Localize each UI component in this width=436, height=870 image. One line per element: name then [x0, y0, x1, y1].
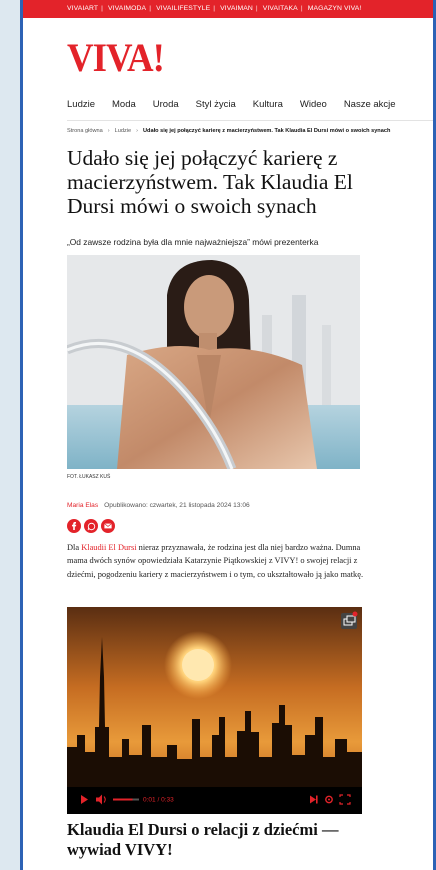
publish-date: Opublikowano: czwartek, 21 listopada 202… [104, 502, 250, 509]
toplink-taka[interactable]: VIVAITAKA [263, 5, 298, 12]
hero-photo-illustration [67, 255, 360, 469]
hero-photo [67, 255, 360, 469]
nav-divider [67, 120, 433, 121]
facebook-share-button[interactable] [67, 519, 81, 533]
photo-caption: FOT. ŁUKASZ KUŚ [67, 474, 111, 480]
person-link[interactable]: Klaudii El Dursi [81, 543, 136, 552]
video-frame: 0:01 / 0:33 [67, 607, 362, 814]
email-icon [104, 523, 112, 529]
breadcrumb-home[interactable]: Strona główna [67, 128, 103, 134]
nav-item-styl-zycia[interactable]: Styl życia [196, 99, 236, 110]
volume-level [113, 798, 133, 801]
video-time: 0:01 / 0:33 [143, 797, 174, 804]
whatsapp-icon [87, 522, 95, 530]
toplink-art[interactable]: VIVAIART [67, 5, 98, 12]
breadcrumb-current: Udało się jej połączyć karierę z macierz… [143, 128, 391, 134]
article-body: Dla Klaudii El Dursi nieraz przyznawała,… [67, 541, 365, 581]
facebook-icon [72, 522, 77, 530]
article-meta: Maria Elas Opublikowano: czwartek, 21 lis… [67, 502, 250, 509]
toplink-moda[interactable]: VIVAIMODA [108, 5, 146, 12]
nav-item-nasze-akcje[interactable]: Nasze akcje [344, 99, 396, 110]
toplink-man[interactable]: VIVAIMAN [220, 5, 253, 12]
main-nav: Ludzie Moda Uroda Styl życia Kultura Wid… [67, 99, 396, 110]
nav-item-wideo[interactable]: Wideo [300, 99, 327, 110]
live-indicator-icon [352, 611, 358, 617]
chevron-right-icon: › [136, 128, 138, 134]
page-title: Udało się jej połączyć karierę z macierz… [67, 146, 353, 218]
breadcrumb-section[interactable]: Ludzie [115, 128, 131, 134]
nav-item-kultura[interactable]: Kultura [253, 99, 283, 110]
toplink-lifestyle[interactable]: VIVAILIFESTYLE [156, 5, 210, 12]
video-title: Klaudia El Dursi o relacji z dziećmi — w… [67, 820, 339, 859]
share-buttons [67, 519, 115, 533]
author-link[interactable]: Maria Elas [67, 502, 98, 509]
article-page: VIVAIART | VIVAIMODA | VIVAILIFESTYLE | VIV… [23, 0, 433, 870]
article-lead: „Od zawsze rodzina była dla mnie najważn… [67, 237, 319, 247]
toplink-magazyn[interactable]: MAGAZYN VIVA! [308, 5, 362, 12]
email-share-button[interactable] [101, 519, 115, 533]
top-links-bar: VIVAIART | VIVAIMODA | VIVAILIFESTYLE | VIV… [23, 0, 433, 18]
whatsapp-share-button[interactable] [84, 519, 98, 533]
body-text-start: Dla [67, 543, 82, 552]
nav-item-moda[interactable]: Moda [112, 99, 136, 110]
breadcrumb: Strona główna › Ludzie › Udało się jej połąc… [67, 128, 390, 134]
nav-item-uroda[interactable]: Uroda [153, 99, 179, 110]
video-player[interactable]: 0:01 / 0:33 [67, 607, 362, 814]
site-logo[interactable]: VIVA! [67, 34, 165, 81]
chevron-right-icon: › [107, 128, 110, 134]
nav-item-ludzie[interactable]: Ludzie [67, 99, 95, 110]
